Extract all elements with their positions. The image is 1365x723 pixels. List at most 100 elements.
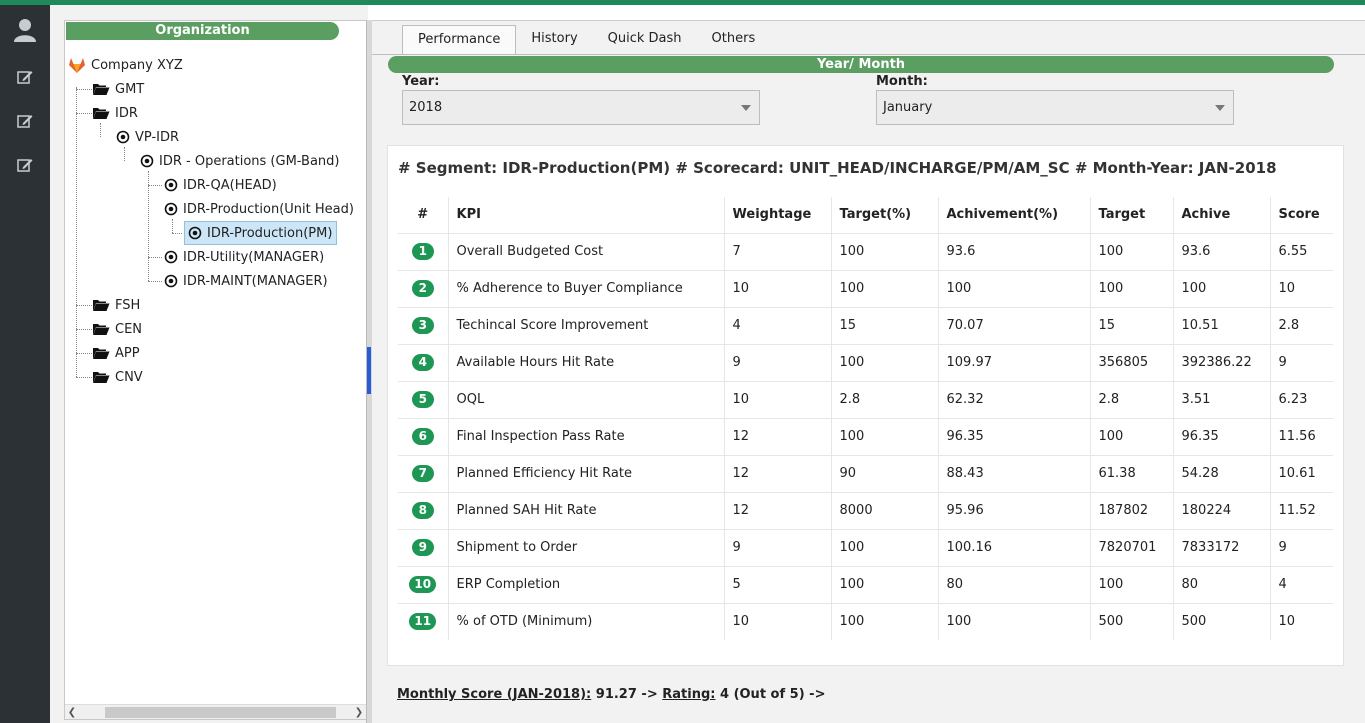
tab-others[interactable]: Others xyxy=(697,25,771,55)
column-header: Target xyxy=(1090,197,1174,234)
table-cell: 7 xyxy=(724,232,832,270)
tree-node-gmt[interactable]: GMT xyxy=(92,78,144,100)
tab-performance[interactable]: Performance xyxy=(402,25,517,55)
table-cell: 5 xyxy=(724,565,832,603)
table-cell: 100 xyxy=(831,269,939,307)
main-content: Performance History Quick Dash Others Ye… xyxy=(372,20,1365,723)
kpi-table-header: # KPI Weightage Target(%) Achivement(%) … xyxy=(398,197,1333,234)
scroll-right-icon[interactable]: ❯ xyxy=(352,705,366,720)
year-select[interactable]: 2018 xyxy=(402,90,760,125)
tree-node-idr-production-pm[interactable]: IDR-Production(PM) xyxy=(184,221,338,245)
table-cell: 10.51 xyxy=(1173,306,1271,344)
tree-connector xyxy=(76,353,92,354)
table-cell: OQL xyxy=(448,380,725,418)
nav-edit-3[interactable] xyxy=(0,145,50,185)
tree-node-idr[interactable]: IDR xyxy=(92,102,138,124)
table-cell: 100 xyxy=(1090,232,1174,270)
row-number-badge: 10 xyxy=(409,576,437,593)
table-cell: 100 xyxy=(831,417,939,455)
tree-node-label: IDR - Operations (GM-Band) xyxy=(159,153,340,169)
edit-icon xyxy=(17,159,33,172)
tree-node-idr-production-unit-head[interactable]: IDR-Production(Unit Head) xyxy=(164,198,354,220)
month-select-value: January xyxy=(883,100,933,115)
table-row: 4 Available Hours Hit Rate 9 100 109.97 35680… xyxy=(398,343,1333,381)
tree-node-cnv[interactable]: CNV xyxy=(92,366,143,388)
edit-icon xyxy=(17,71,33,84)
table-cell: 500 xyxy=(1090,602,1174,640)
tab-divider xyxy=(372,54,1365,55)
rating-value: 4 (Out of 5) -> xyxy=(715,687,826,702)
row-number-cell: 8 xyxy=(398,491,449,529)
row-number-cell: 9 xyxy=(398,528,449,566)
nav-user[interactable] xyxy=(0,10,50,50)
tree-node-app[interactable]: APP xyxy=(92,342,140,364)
tree-node-idr-utility[interactable]: IDR-Utility(MANAGER) xyxy=(164,246,324,268)
tab-quick-dash[interactable]: Quick Dash xyxy=(593,25,697,55)
row-number-badge: 4 xyxy=(411,354,434,371)
column-header: Score xyxy=(1270,197,1333,234)
table-cell: 356805 xyxy=(1090,343,1174,381)
tree-connector xyxy=(148,171,149,281)
tree-node-idr-maint[interactable]: IDR-MAINT(MANAGER) xyxy=(164,270,328,292)
tree-node-label: IDR-Production(Unit Head) xyxy=(183,201,354,217)
tree-node-label: IDR-Utility(MANAGER) xyxy=(183,249,325,265)
table-cell: % Adherence to Buyer Compliance xyxy=(448,269,725,307)
table-cell: Available Hours Hit Rate xyxy=(448,343,725,381)
chevron-down-icon xyxy=(741,105,751,111)
table-cell: 100.16 xyxy=(938,528,1091,566)
tree-node-fsh[interactable]: FSH xyxy=(92,294,140,316)
year-month-header: Year/ Month xyxy=(388,56,1334,73)
table-cell: 100 xyxy=(938,269,1091,307)
table-cell: 70.07 xyxy=(938,306,1091,344)
row-number-badge: 1 xyxy=(411,243,434,260)
column-header: # xyxy=(398,197,449,234)
row-number-badge: 8 xyxy=(411,502,434,519)
row-number-badge: 5 xyxy=(411,391,434,408)
table-cell: 10 xyxy=(1270,602,1333,640)
row-number-cell: 3 xyxy=(398,306,449,344)
table-cell: 2.8 xyxy=(1270,306,1333,344)
radio-target-icon xyxy=(116,130,130,144)
folder-open-icon xyxy=(93,348,110,359)
table-cell: 100 xyxy=(1090,417,1174,455)
table-cell: 392386.22 xyxy=(1173,343,1271,381)
tab-history[interactable]: History xyxy=(516,25,592,55)
nav-edit-2[interactable] xyxy=(0,101,50,141)
table-cell: 95.96 xyxy=(938,491,1091,529)
table-cell: 61.38 xyxy=(1090,454,1174,492)
scrollbar-thumb[interactable] xyxy=(105,707,336,718)
tree-connector xyxy=(172,219,173,233)
column-header: KPI xyxy=(448,197,725,234)
table-cell: 100 xyxy=(831,528,939,566)
tree-horizontal-scrollbar[interactable]: ❮ ❯ xyxy=(65,704,366,719)
table-cell: 96.35 xyxy=(1173,417,1271,455)
row-number-badge: 11 xyxy=(409,613,437,631)
radio-target-icon xyxy=(164,274,178,288)
tree-node-company[interactable]: Company XYZ xyxy=(68,54,183,76)
table-cell: 96.35 xyxy=(938,417,1091,455)
tree-connector xyxy=(148,257,162,258)
table-cell: 3.51 xyxy=(1173,380,1271,418)
organization-panel: Organization Company XYZ GMT IDR VP-IDR … xyxy=(50,5,368,723)
tree-node-idr-qa[interactable]: IDR-QA(HEAD) xyxy=(164,174,277,196)
tree-node-idr-operations[interactable]: IDR - Operations (GM-Band) xyxy=(140,150,339,172)
month-select[interactable]: January xyxy=(876,90,1234,125)
column-header: Achive xyxy=(1173,197,1271,234)
table-cell: 9 xyxy=(724,343,832,381)
folder-open-icon xyxy=(93,324,110,335)
tree-node-cen[interactable]: CEN xyxy=(92,318,142,340)
tree-node-label: GMT xyxy=(115,81,145,97)
tree-node-label: IDR-MAINT(MANAGER) xyxy=(183,273,328,289)
company-logo-icon xyxy=(69,58,85,73)
splitter-grip[interactable] xyxy=(367,347,371,394)
monthly-score-label: Monthly Score (JAN-2018): xyxy=(397,687,592,702)
folder-open-icon xyxy=(93,84,110,95)
table-cell: Planned Efficiency Hit Rate xyxy=(448,454,725,492)
tree-connector xyxy=(124,147,125,161)
table-cell: 100 xyxy=(831,602,939,640)
tree-connector xyxy=(148,281,162,282)
tree-node-vp-idr[interactable]: VP-IDR xyxy=(116,126,179,148)
tree-node-label: APP xyxy=(115,345,140,361)
nav-edit-1[interactable] xyxy=(0,57,50,97)
scroll-left-icon[interactable]: ❮ xyxy=(65,705,79,720)
